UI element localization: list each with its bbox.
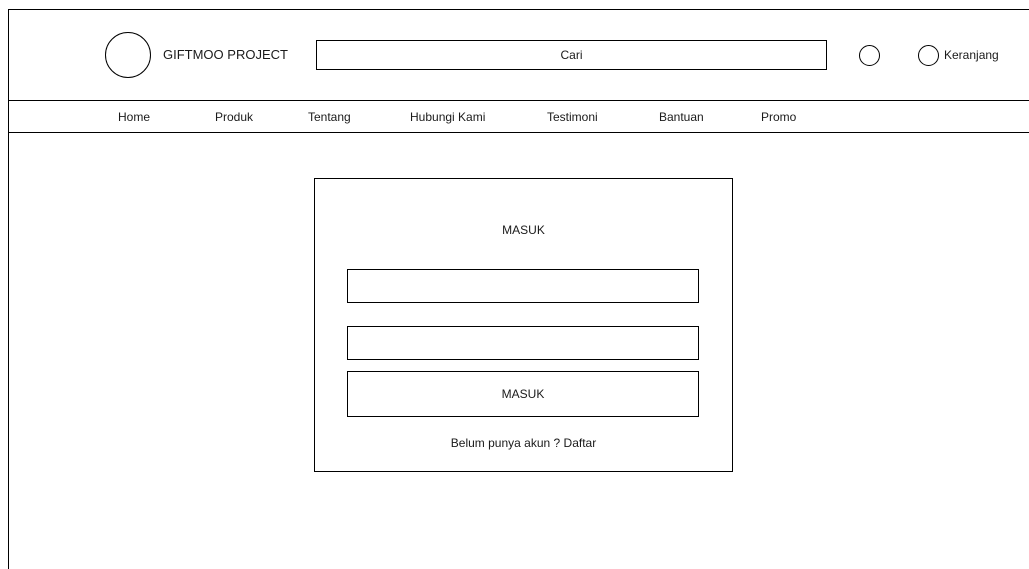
nav-item-tentang[interactable]: Tentang — [308, 109, 351, 125]
header-divider — [8, 100, 1029, 101]
cart-link[interactable]: Keranjang — [944, 47, 999, 63]
password-field[interactable] — [347, 326, 699, 360]
nav-item-promo[interactable]: Promo — [761, 109, 796, 125]
logo-icon[interactable] — [105, 32, 151, 78]
nav-item-testimoni[interactable]: Testimoni — [547, 109, 598, 125]
search-placeholder: Cari — [560, 48, 583, 62]
username-field[interactable] — [347, 269, 699, 303]
login-button-label: MASUK — [501, 387, 545, 401]
cart-icon[interactable] — [918, 45, 939, 66]
nav-item-bantuan[interactable]: Bantuan — [659, 109, 704, 125]
brand-name[interactable]: GIFTMOO PROJECT — [163, 47, 288, 63]
nav-divider — [8, 132, 1029, 133]
login-card: MASUK MASUK Belum punya akun ? Daftar — [314, 178, 733, 472]
nav-item-produk[interactable]: Produk — [215, 109, 253, 125]
nav-item-hubungi-kami[interactable]: Hubungi Kami — [410, 109, 485, 125]
nav-item-home[interactable]: Home — [118, 109, 150, 125]
login-title: MASUK — [502, 223, 545, 237]
login-button[interactable]: MASUK — [347, 371, 699, 417]
signup-link[interactable]: Belum punya akun ? Daftar — [315, 435, 732, 451]
search-input[interactable]: Cari — [316, 40, 827, 70]
account-icon[interactable] — [859, 45, 880, 66]
